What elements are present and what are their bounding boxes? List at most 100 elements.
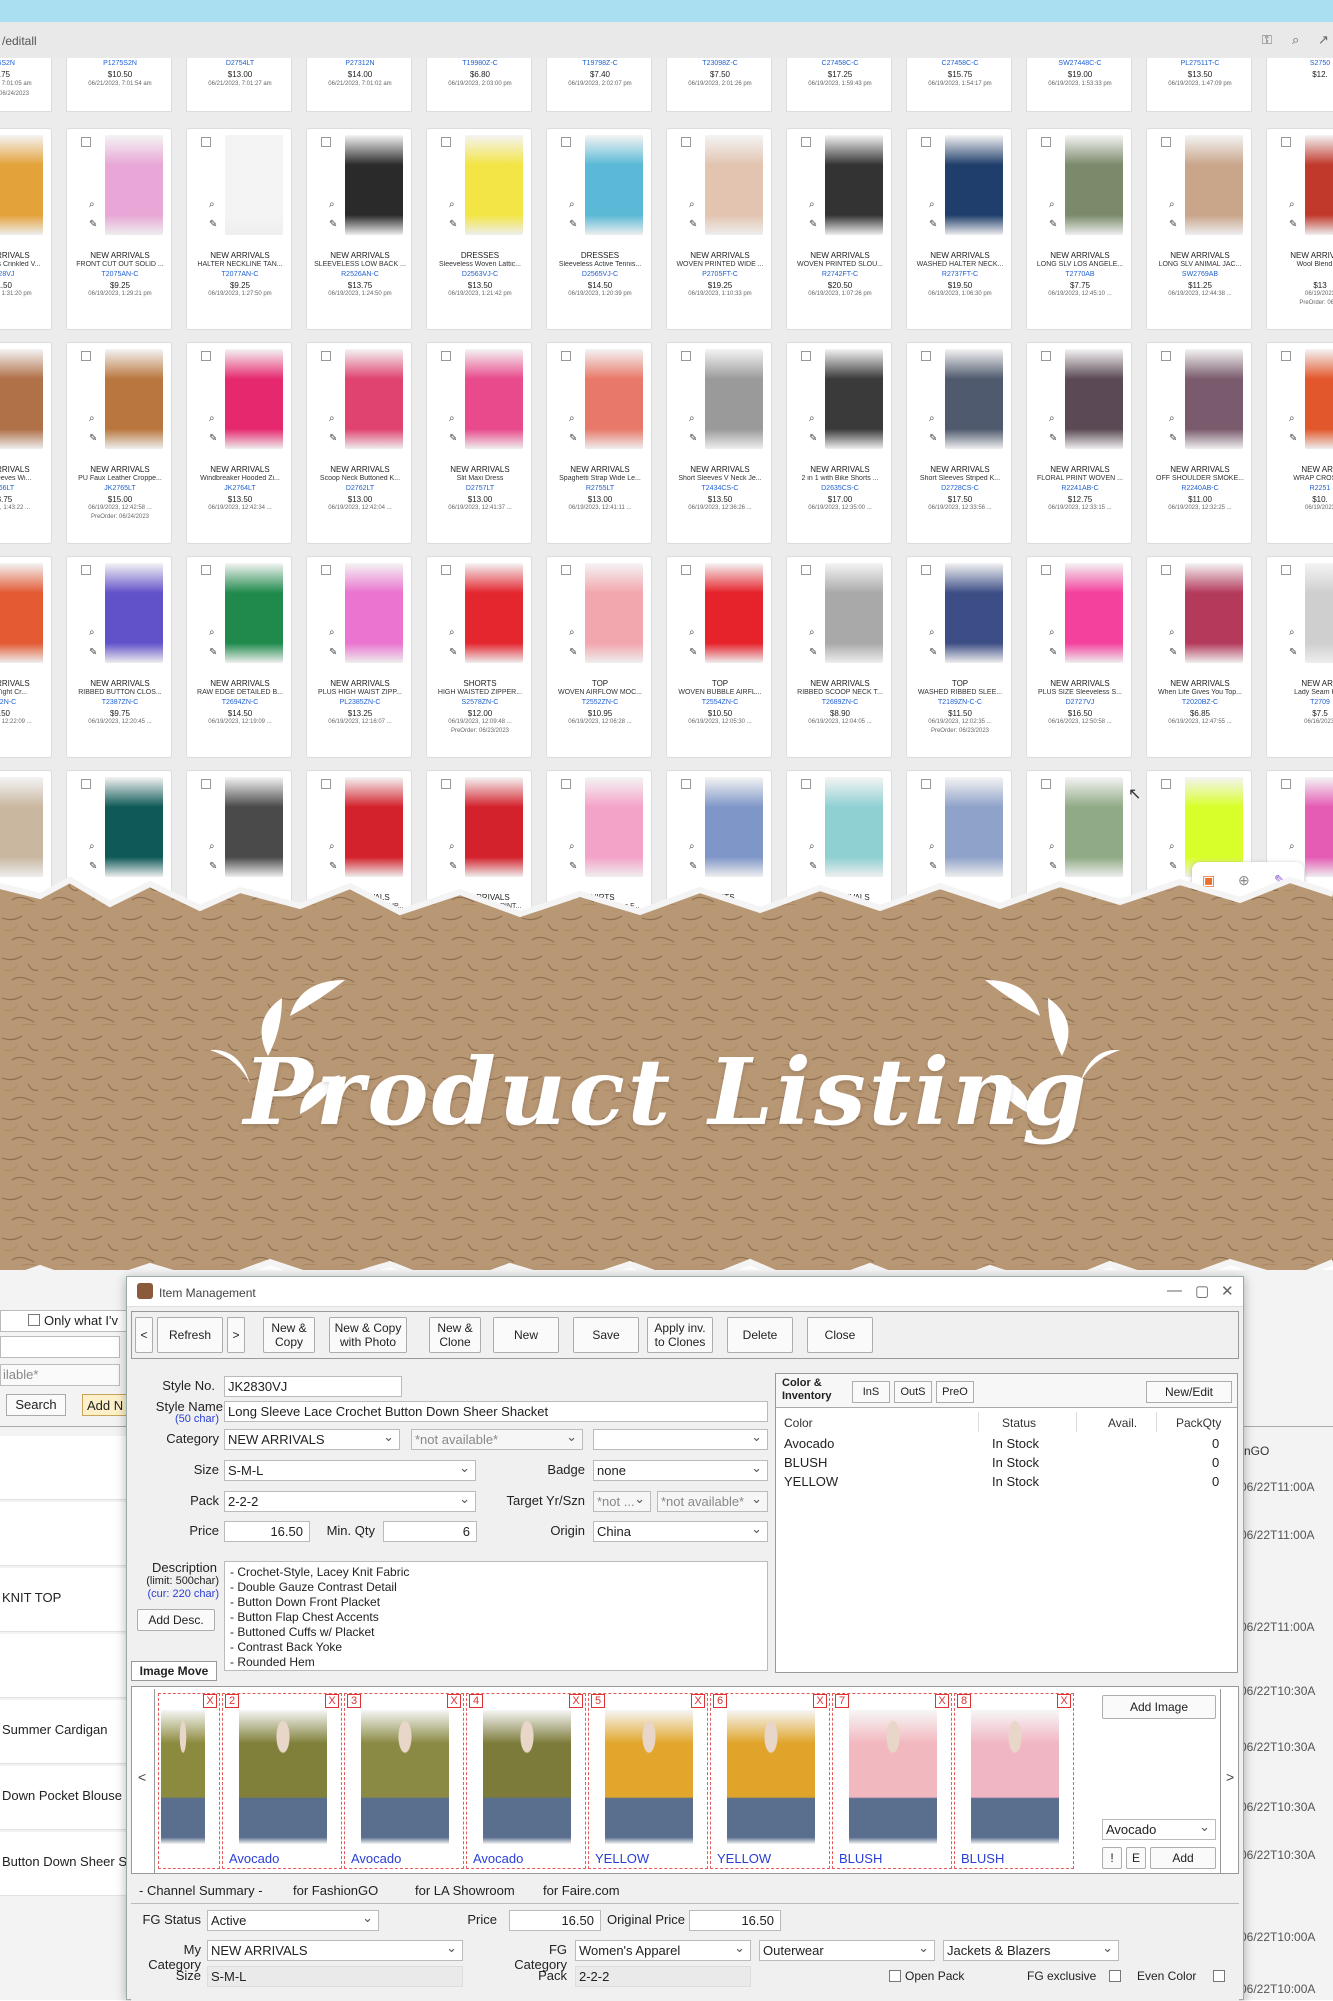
edit-pencil-icon[interactable]: ✎ [929, 647, 937, 658]
product-card-top[interactable]: T23098Z-C $7.50 06/19/2023, 2:01:26 pm [666, 58, 772, 112]
product-sku[interactable]: JK2765LT [67, 485, 171, 492]
min-qty-input[interactable]: 6 [383, 1521, 477, 1542]
product-select-checkbox[interactable] [441, 779, 451, 789]
product-sku[interactable]: P2705FT-C [667, 271, 771, 278]
product-select-checkbox[interactable] [201, 137, 211, 147]
inventory-row[interactable]: YELLOW In Stock 0 [776, 1474, 1237, 1493]
product-sku[interactable]: T2077AN-C [187, 271, 291, 278]
product-select-checkbox[interactable] [801, 779, 811, 789]
edit-pencil-icon[interactable]: ✎ [689, 219, 697, 230]
magnify-icon[interactable]: ⌕ [929, 199, 935, 210]
magnify-icon[interactable]: ⌕ [1169, 199, 1175, 210]
magnify-icon[interactable]: ⌕ [89, 627, 95, 638]
product-card[interactable]: C⌕✎NEW ARRIVALSWASHED HALTER NECK...R273… [906, 128, 1012, 330]
product-card[interactable]: C⌕✎TOPWASHED RIBBED SLEE...T2189ZN-C-C$1… [906, 556, 1012, 758]
image-thumbnail[interactable]: X [158, 1693, 220, 1869]
product-select-checkbox[interactable] [321, 565, 331, 575]
product-select-checkbox[interactable] [1161, 565, 1171, 575]
product-photo[interactable] [105, 777, 163, 877]
product-select-checkbox[interactable] [1281, 351, 1291, 361]
even-color-checkbox[interactable] [1213, 1970, 1225, 1982]
edit-pencil-icon[interactable]: ✎ [1289, 647, 1297, 658]
product-sku[interactable]: R2240AB-C [1147, 485, 1251, 492]
product-card[interactable]: C⌕✎NEW ARRIVALSPuffed Sleeves Wi...R2766… [0, 342, 52, 544]
product-photo[interactable] [945, 563, 1003, 663]
style-no-input[interactable]: JK2830VJ [224, 1376, 402, 1397]
close-window-icon[interactable]: ✕ [1221, 1282, 1234, 1300]
tab-channel-summary[interactable]: - Channel Summary - [139, 1883, 263, 1898]
edit-pencil-icon[interactable]: ✎ [809, 647, 817, 658]
product-card[interactable]: C⌕✎NEW ARRIVALSWOVEN PRINTED WIDE ...P27… [666, 128, 772, 330]
tab-fashiongo[interactable]: for FashionGO [293, 1883, 378, 1898]
product-photo[interactable] [585, 563, 643, 663]
image-prev-button[interactable]: < [138, 1769, 146, 1785]
category3-select[interactable] [593, 1429, 768, 1450]
product-card[interactable]: C⌕✎TOPWOVEN BUBBLE AIRFL...T2554ZN-C$10.… [666, 556, 772, 758]
magnify-icon[interactable]: ⌕ [1289, 627, 1295, 638]
product-photo[interactable] [1065, 563, 1123, 663]
product-card[interactable]: C⌕✎NEW ARRIVALSFRONT CUT OUT SOLID ...T2… [66, 128, 172, 330]
product-select-checkbox[interactable] [1281, 137, 1291, 147]
bg-select-2[interactable] [0, 1336, 120, 1358]
new-clone-button[interactable]: New & Clone [429, 1317, 481, 1353]
magnify-icon[interactable]: ⌕ [449, 199, 455, 210]
edit-pencil-icon[interactable]: ✎ [689, 433, 697, 444]
add-desc-button[interactable]: Add Desc. [137, 1609, 215, 1631]
target-year-select[interactable]: *not ... [593, 1491, 651, 1512]
edit-pencil-icon[interactable]: ✎ [1289, 433, 1297, 444]
product-card-top[interactable]: P27312N $14.00 06/21/2023, 7:01:02 am [306, 58, 412, 112]
product-select-checkbox[interactable] [201, 779, 211, 789]
product-sku[interactable]: D2728VJ [0, 271, 51, 278]
product-sku[interactable]: D2563VJ-C [427, 271, 531, 278]
product-sku[interactable]: T2709 [1267, 699, 1333, 706]
edit-pencil-icon[interactable]: ✎ [1169, 433, 1177, 444]
product-card-top[interactable]: SW27448C-C $19.00 06/19/2023, 1:53:33 pm [1026, 58, 1132, 112]
product-select-checkbox[interactable] [441, 351, 451, 361]
magnify-icon[interactable]: ⌕ [1169, 413, 1175, 424]
magnify-icon[interactable]: ⌕ [449, 627, 455, 638]
product-card[interactable]: C⌕✎NEW ARRIVALSWhen Life Gives You Top..… [1146, 556, 1252, 758]
bg-list-row[interactable] [0, 1502, 130, 1566]
magnify-icon[interactable]: ⌕ [689, 199, 695, 210]
fg-category2-select[interactable]: Outerwear [759, 1940, 935, 1961]
product-select-checkbox[interactable] [81, 351, 91, 361]
magnify-icon[interactable]: ⌕ [809, 413, 815, 424]
product-photo[interactable] [825, 349, 883, 449]
product-select-checkbox[interactable] [921, 351, 931, 361]
magnify-icon[interactable]: ⌕ [89, 841, 95, 852]
product-card[interactable]: C⌕✎DRESSESSleeveless Woven Lattic...D256… [426, 128, 532, 330]
product-card-top[interactable]: T19980Z-C $6.80 06/19/2023, 2:03:00 pm [426, 58, 532, 112]
product-select-checkbox[interactable] [921, 779, 931, 789]
product-photo[interactable] [1305, 777, 1333, 877]
product-card[interactable]: C⌕✎TOPWOVEN AIRFLOW MOC...T2552ZN-C$10.9… [546, 556, 652, 758]
product-select-checkbox[interactable] [801, 137, 811, 147]
image-thumbnail[interactable]: 7 X BLUSH [832, 1693, 952, 1869]
product-card[interactable]: C⌕✎NEW ARRIVALSRibbed Tight Cr...T2672N-… [0, 556, 52, 758]
fg-price-input[interactable]: 16.50 [509, 1910, 601, 1931]
product-sku[interactable]: D2728CS-C [907, 485, 1011, 492]
product-card[interactable]: C⌕✎NEW ARRIVALSRIBBED SCOOP NECK T...T26… [786, 556, 892, 758]
product-card-top[interactable]: D2754LT $13.00 06/21/2023, 7:01:27 am [186, 58, 292, 112]
bg-list-row[interactable]: Down Pocket Blouse [0, 1766, 130, 1830]
product-card[interactable]: C⌕✎NEW ARRIVALSPLUS SIZE Sleeveless S...… [1026, 556, 1132, 758]
product-select-checkbox[interactable] [681, 565, 691, 575]
edit-pencil-icon[interactable]: ✎ [329, 647, 337, 658]
edit-pencil-icon[interactable]: ✎ [929, 433, 937, 444]
magnify-icon[interactable]: ⌕ [809, 199, 815, 210]
product-select-checkbox[interactable] [561, 137, 571, 147]
magnify-icon[interactable]: ⌕ [569, 413, 575, 424]
magnify-icon[interactable]: ⌕ [569, 841, 575, 852]
product-select-checkbox[interactable] [1161, 779, 1171, 789]
magnify-icon[interactable]: ⌕ [89, 199, 95, 210]
product-photo[interactable] [1305, 349, 1333, 449]
product-card[interactable]: C⌕✎NEW ARRIVALSPU Faux Leather Croppe...… [66, 342, 172, 544]
zoom-icon[interactable]: ⌕ [1292, 32, 1299, 48]
product-photo[interactable] [585, 777, 643, 877]
product-sku[interactable]: T2020BZ-C [1147, 699, 1251, 706]
product-sku[interactable]: D2762LT [307, 485, 411, 492]
magnify-icon[interactable]: ⌕ [1169, 627, 1175, 638]
product-sku[interactable]: T2554ZN-C [667, 699, 771, 706]
product-sku[interactable]: R2755LT [547, 485, 651, 492]
product-card[interactable]: C⌕✎NEW ARRIVALS2 in 1 with Bike Shorts .… [786, 342, 892, 544]
edit-pencil-icon[interactable]: ✎ [1049, 647, 1057, 658]
